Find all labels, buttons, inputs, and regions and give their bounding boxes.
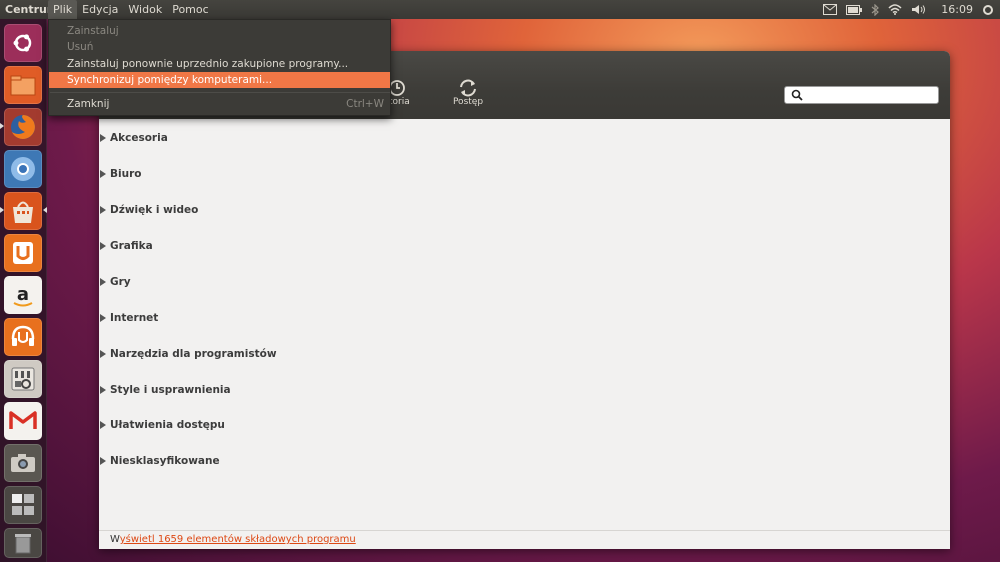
status-prefix: W (110, 534, 120, 545)
category-label: Dźwięk i wideo (110, 204, 199, 216)
category-label: Akcesoria (110, 132, 168, 144)
progress-button[interactable]: Postęp (450, 79, 486, 107)
sync-icon (460, 79, 476, 97)
menu-item-close[interactable]: Zamknij Ctrl+W (49, 96, 390, 112)
volume-icon[interactable] (911, 4, 926, 15)
expand-arrow-icon (100, 170, 106, 178)
menu-item-install[interactable]: Zainstaluj (49, 23, 390, 39)
clock[interactable]: 16:09 (941, 3, 973, 16)
expand-arrow-icon (100, 278, 106, 286)
expand-arrow-icon (100, 134, 106, 142)
indicator-area: 16:09 (823, 0, 994, 19)
chromium-icon[interactable] (4, 150, 42, 188)
expand-arrow-icon (100, 314, 106, 322)
svg-text:a: a (17, 284, 29, 305)
search-icon (791, 89, 803, 101)
category-label: Style i usprawnienia (110, 384, 231, 396)
workspaces-icon[interactable] (4, 486, 42, 524)
category-label: Narzędzia dla programistów (110, 348, 277, 360)
software-center-icon[interactable] (4, 192, 42, 230)
mail-icon[interactable] (823, 4, 838, 15)
menu-pomoc[interactable]: Pomoc (167, 0, 213, 19)
app-name: Centrum (5, 3, 48, 16)
battery-icon[interactable] (846, 4, 863, 15)
ubuntu-one-icon[interactable] (4, 234, 42, 272)
menu-item-close-label: Zamknij (67, 98, 110, 110)
menu-plik[interactable]: Plik (48, 0, 78, 19)
show-components-link[interactable]: yświetl 1659 elementów składowych progra… (120, 534, 356, 545)
firefox-icon[interactable] (4, 108, 42, 146)
wifi-icon[interactable] (888, 4, 902, 15)
category-label: Ułatwienia dostępu (110, 419, 225, 431)
expand-arrow-icon (100, 242, 106, 250)
category-narzedzia-dla-programistow[interactable]: Narzędzia dla programistów (99, 344, 277, 364)
menu-edycja[interactable]: Edycja (77, 0, 123, 19)
category-label: Biuro (110, 168, 142, 180)
progress-label: Postęp (452, 97, 484, 107)
top-panel: Centrum Plik Edycja Widok Pomoc 16:09 (0, 0, 1000, 19)
focused-indicator (43, 207, 47, 213)
expand-arrow-icon (100, 350, 106, 358)
gmail-icon[interactable] (4, 402, 42, 440)
running-indicator (0, 123, 4, 129)
menu-item-close-shortcut: Ctrl+W (346, 98, 384, 110)
category-label: Grafika (110, 240, 153, 252)
category-dzwiek-i-wideo[interactable]: Dźwięk i wideo (99, 200, 198, 220)
running-indicator (0, 207, 4, 213)
expand-arrow-icon (100, 206, 106, 214)
file-menu-dropdown: Zainstaluj Usuń Zainstaluj ponownie uprz… (48, 19, 391, 116)
category-niesklasyfikowane[interactable]: Niesklasyfikowane (99, 451, 220, 471)
category-gry[interactable]: Gry (99, 272, 131, 292)
expand-arrow-icon (100, 386, 106, 394)
trash-icon[interactable] (4, 528, 42, 558)
category-style-i-usprawnienia[interactable]: Style i usprawnienia (99, 380, 231, 400)
software-center-window: storia Postęp Akcesoria Biuro Dźwięk i w… (99, 51, 950, 549)
category-akcesoria[interactable]: Akcesoria (99, 128, 168, 148)
expand-arrow-icon (100, 457, 106, 465)
system-settings-icon[interactable] (4, 360, 42, 398)
menu-item-sync-computers[interactable]: Synchronizuj pomiędzy komputerami... (49, 72, 390, 88)
ubuntu-dash-icon[interactable] (4, 24, 42, 62)
files-icon[interactable] (4, 66, 42, 104)
menu-item-reinstall-purchased[interactable]: Zainstaluj ponownie uprzednio zakupione … (49, 56, 390, 72)
category-grafika[interactable]: Grafika (99, 236, 153, 256)
menu-item-remove[interactable]: Usuń (49, 39, 390, 55)
bluetooth-icon[interactable] (871, 3, 880, 16)
ubuntu-one-music-icon[interactable] (4, 318, 42, 356)
category-list: Akcesoria Biuro Dźwięk i wideo Grafika G… (99, 119, 950, 530)
expand-arrow-icon (100, 421, 106, 429)
amazon-icon[interactable]: a (4, 276, 42, 314)
category-label: Niesklasyfikowane (110, 455, 220, 467)
category-ulatwienia-dostepu[interactable]: Ułatwienia dostępu (99, 415, 225, 435)
search-input[interactable] (784, 86, 939, 104)
launcher: a (0, 19, 47, 562)
category-biuro[interactable]: Biuro (99, 164, 141, 184)
category-internet[interactable]: Internet (99, 308, 158, 328)
category-label: Internet (110, 312, 159, 324)
menu-widok[interactable]: Widok (123, 0, 167, 19)
status-bar: Wyświetl 1659 elementów składowych progr… (99, 530, 950, 549)
category-label: Gry (110, 276, 131, 288)
menu-separator (50, 92, 390, 93)
power-gear-icon[interactable] (982, 4, 994, 16)
camera-icon[interactable] (4, 444, 42, 482)
